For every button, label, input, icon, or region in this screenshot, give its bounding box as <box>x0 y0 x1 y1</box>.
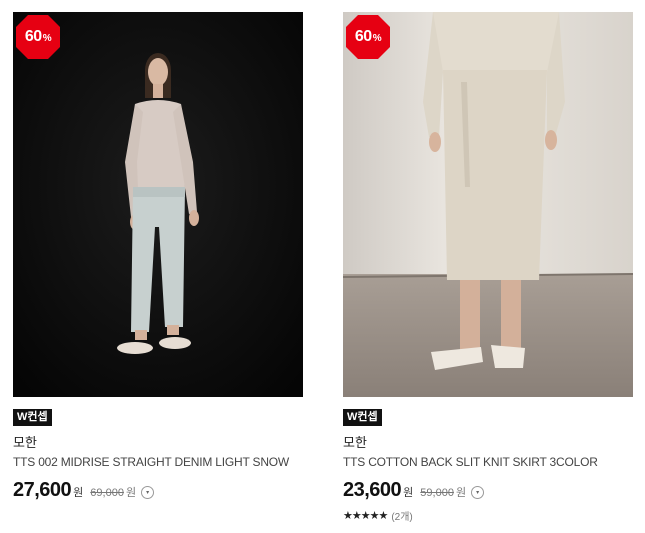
product-card[interactable]: 60% W컨셉 모한 TTS 002 MIDRISE STRAIGHT DENI… <box>13 12 303 502</box>
product-card[interactable]: 60% W컨셉 모한 TTS COTTON BACK SLIT KNIT SKI… <box>343 12 633 523</box>
discount-value: 60 <box>354 28 372 45</box>
star-rating-icon: ★★★★★ <box>343 510 388 522</box>
discount-unit: % <box>42 33 52 44</box>
sale-currency: 원 <box>73 487 84 499</box>
product-name[interactable]: TTS 002 MIDRISE STRAIGHT DENIM LIGHT SNO… <box>13 455 303 469</box>
discount-badge: 60% <box>345 14 391 60</box>
discount-unit: % <box>372 33 382 44</box>
model-in-denim-photo <box>13 12 303 397</box>
discount-badge: 60% <box>15 14 61 60</box>
brand-name[interactable]: 모한 <box>13 432 303 451</box>
original-currency: 원 <box>455 487 467 499</box>
shop-tag: W컨셉 <box>13 409 52 426</box>
rating-row: ★★★★★ (2개) <box>343 508 633 523</box>
original-price: 59,000 <box>420 487 454 499</box>
brand-name[interactable]: 모한 <box>343 432 633 451</box>
review-count[interactable]: (2개) <box>391 508 412 523</box>
sale-price: 27,600 <box>13 479 72 501</box>
product-image[interactable]: 60% <box>13 12 303 397</box>
price-info-icon[interactable]: ▾ <box>471 486 485 499</box>
product-name[interactable]: TTS COTTON BACK SLIT KNIT SKIRT 3COLOR <box>343 455 633 469</box>
price-row: 27,600 원 69,000 원 ▾ <box>13 479 303 502</box>
model-in-knit-skirt-photo <box>343 12 633 397</box>
product-image[interactable]: 60% <box>343 12 633 397</box>
discount-value: 60 <box>24 28 42 45</box>
price-row: 23,600 원 59,000 원 ▾ <box>343 479 633 502</box>
sale-price: 23,600 <box>343 479 402 501</box>
price-info-icon[interactable]: ▾ <box>141 486 155 499</box>
sale-currency: 원 <box>403 487 414 499</box>
shop-tag: W컨셉 <box>343 409 382 426</box>
original-currency: 원 <box>125 487 137 499</box>
original-price: 69,000 <box>90 487 124 499</box>
